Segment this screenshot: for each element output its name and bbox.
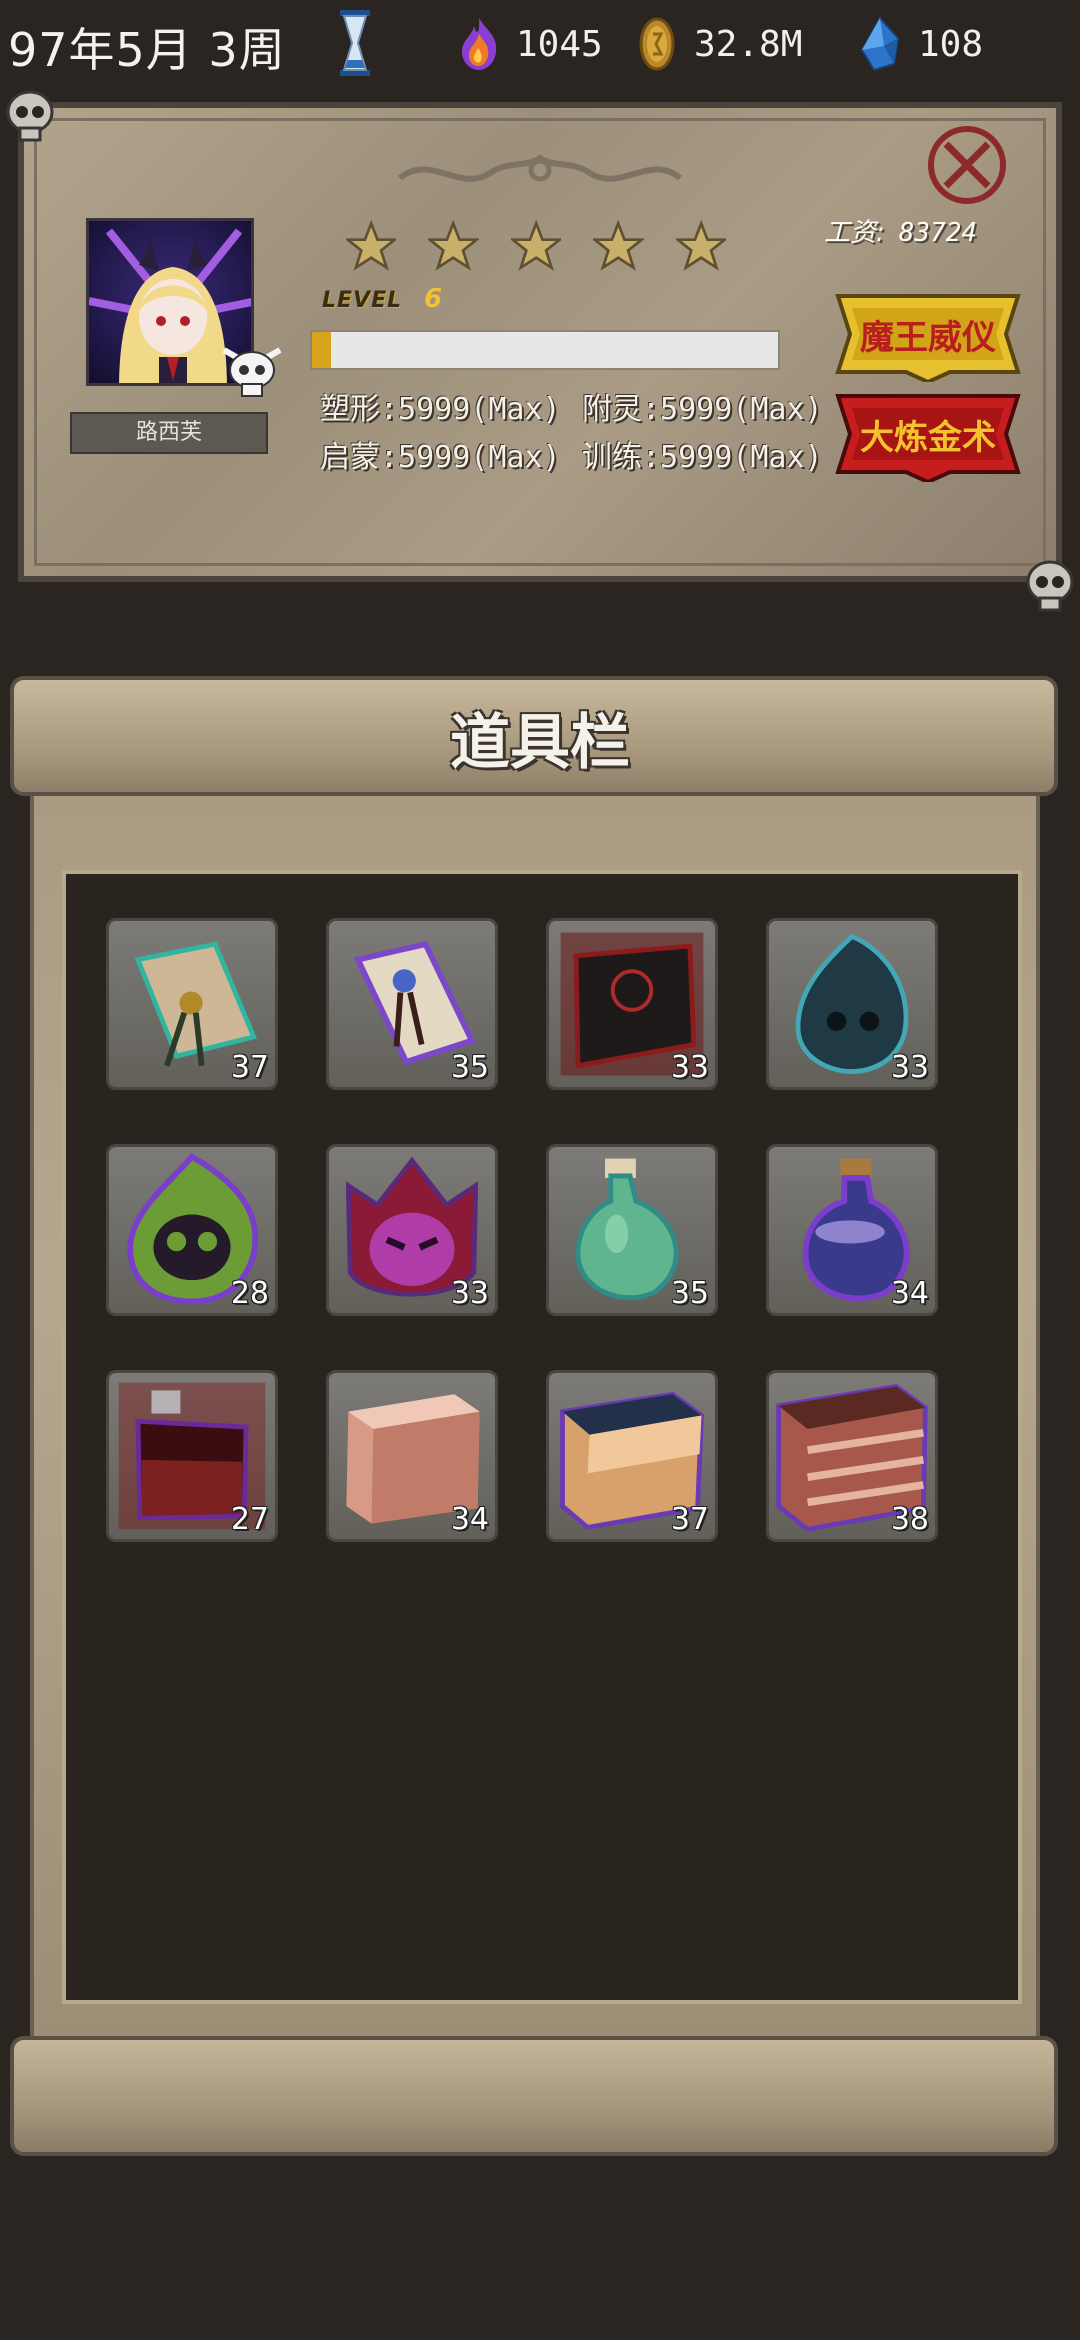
crystal-value: 108 [918, 23, 984, 65]
salary-label: 工资: [824, 218, 885, 248]
star-icon [428, 219, 479, 271]
alchemy-button-label: 大炼金术 [860, 417, 996, 458]
stat-enchant: 附灵:5999(Max) [582, 392, 823, 427]
item-quantity: 28 [230, 1276, 269, 1311]
inventory-title: 道具栏 [450, 708, 630, 778]
stat-training: 训练:5999(Max) [582, 440, 823, 475]
item-quantity: 35 [450, 1050, 489, 1085]
item-quantity: 27 [230, 1502, 269, 1537]
item-quantity: 34 [450, 1502, 489, 1537]
majesty-button[interactable]: 魔王威仪 [830, 286, 1026, 385]
star-icon [510, 219, 562, 271]
experience-bar [310, 330, 780, 370]
item-quantity: 33 [450, 1276, 489, 1311]
gold-counter: 32.8M [634, 14, 802, 74]
inventory-slot[interactable]: 38 [766, 1370, 938, 1542]
stat-shaping: 塑形:5999(Max) [320, 392, 561, 427]
scroll-footer [10, 2036, 1058, 2156]
star-icon [346, 219, 397, 271]
item-quantity: 38 [890, 1502, 929, 1537]
item-quantity: 33 [890, 1050, 929, 1085]
ornament-flourish-icon [398, 154, 682, 182]
inventory-slot[interactable]: 37 [106, 918, 278, 1090]
level-value: 6 [424, 284, 443, 314]
inventory-slot[interactable]: 37 [546, 1370, 718, 1542]
inventory-slot[interactable]: 35 [546, 1144, 718, 1316]
experience-bar-fill [312, 332, 331, 368]
inventory-slot[interactable]: 28 [106, 1144, 278, 1316]
gold-coin-icon [639, 17, 675, 71]
star-rating [346, 218, 727, 278]
inventory-slot[interactable]: 27 [106, 1370, 278, 1542]
crystal-counter: 108 [858, 14, 983, 74]
inventory-slot[interactable]: 35 [326, 918, 498, 1090]
item-quantity: 33 [670, 1050, 709, 1085]
inventory-slot[interactable]: 34 [766, 1144, 938, 1316]
soul-flame-icon [462, 18, 497, 70]
blue-crystal-icon [860, 16, 900, 72]
inventory-slot[interactable]: 34 [326, 1370, 498, 1542]
item-quantity: 35 [670, 1276, 709, 1311]
stat-enlighten: 启蒙:5999(Max) [320, 440, 561, 475]
gold-value: 32.8M [694, 23, 803, 65]
alchemy-button[interactable]: 大炼金术 [830, 386, 1026, 485]
inventory-slot[interactable]: 33 [326, 1144, 498, 1316]
salary: 工资: 83724 [824, 212, 977, 249]
status-bar: 97年5月 3周 1045 32.8M 108 [0, 0, 1080, 95]
skull-decoration-icon [1026, 560, 1074, 612]
star-icon [675, 219, 727, 271]
majesty-button-label: 魔王威仪 [860, 317, 996, 358]
inventory-slot[interactable]: 33 [546, 918, 718, 1090]
close-icon[interactable] [924, 122, 1010, 208]
skull-badge-icon [222, 347, 282, 397]
character-name: 路西芙 [70, 412, 268, 454]
star-icon [593, 219, 644, 271]
item-quantity: 37 [670, 1502, 709, 1537]
item-quantity: 37 [230, 1050, 269, 1085]
item-quantity: 34 [890, 1276, 929, 1311]
skull-decoration-icon [6, 90, 54, 142]
souls-value: 1045 [516, 23, 603, 65]
level-label: LEVEL [322, 288, 403, 313]
inventory-slot[interactable]: 33 [766, 918, 938, 1090]
game-date: 97年5月 3周 [8, 23, 286, 77]
salary-value: 83724 [898, 218, 978, 248]
souls-counter: 1045 [456, 14, 603, 74]
hourglass-icon [340, 10, 370, 76]
